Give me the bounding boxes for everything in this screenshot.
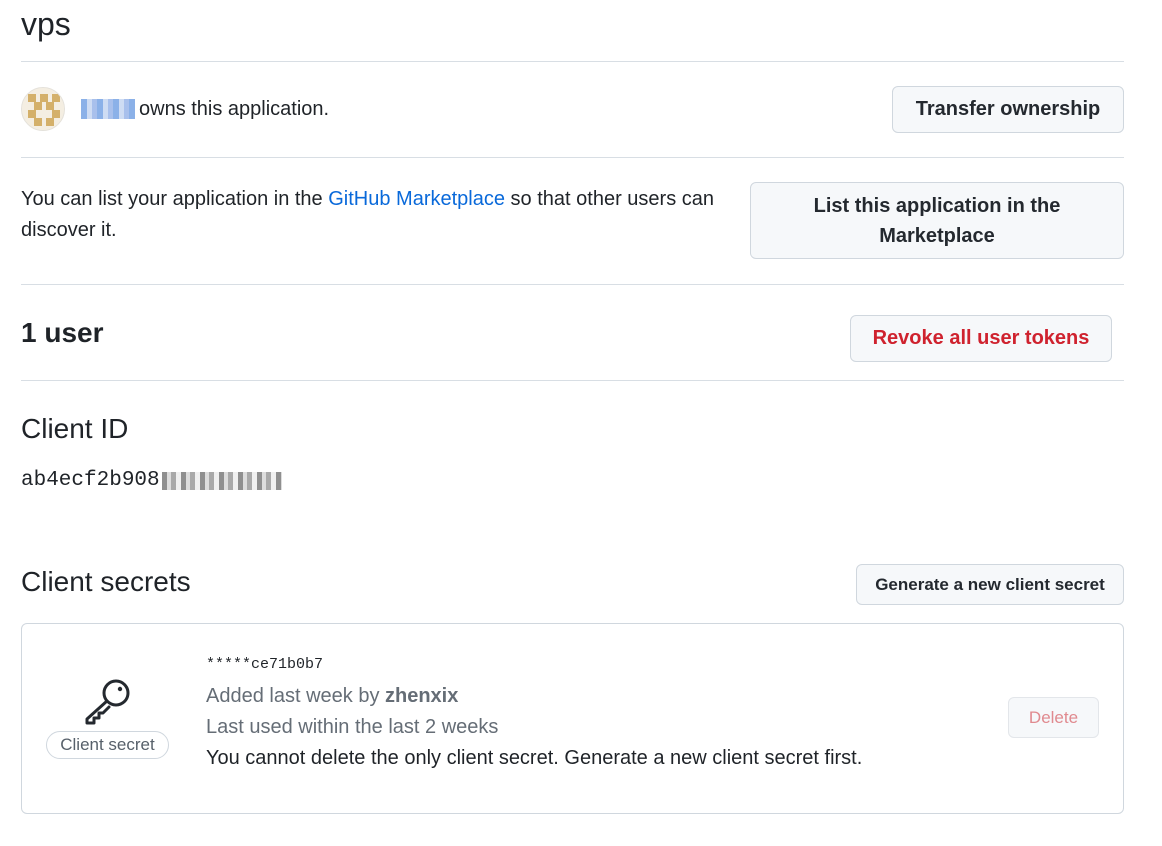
secret-last-used: Last used within the last 2 weeks	[206, 716, 499, 738]
divider	[21, 157, 1124, 158]
divider	[21, 284, 1124, 285]
generate-client-secret-button[interactable]: Generate a new client secret	[856, 564, 1124, 605]
avatar[interactable]	[21, 87, 65, 131]
client-id-text: ab4ecf2b908	[21, 469, 160, 492]
delete-secret-button: Delete	[1008, 697, 1099, 738]
avatar-identicon-icon	[22, 88, 64, 130]
client-id-redacted	[161, 472, 282, 490]
masked-secret: *****ce71b0b7	[206, 656, 324, 673]
divider	[21, 61, 1124, 62]
client-id-value[interactable]: ab4ecf2b908	[21, 467, 282, 495]
marketplace-description: You can list your application in the Git…	[21, 184, 751, 246]
owner-text: owns this application.	[139, 97, 330, 120]
secret-delete-note: You cannot delete the only client secret…	[206, 747, 863, 769]
client-id-title: Client ID	[21, 413, 129, 444]
revoke-all-user-tokens-button[interactable]: Revoke all user tokens	[850, 315, 1112, 362]
owner-row: owns this application.	[21, 87, 329, 131]
users-count-heading: 1 user	[21, 315, 104, 351]
marketplace-text-before: You can list your application in the	[21, 188, 329, 210]
divider	[21, 380, 1124, 381]
key-icon	[85, 679, 130, 725]
github-marketplace-link[interactable]: GitHub Marketplace	[328, 188, 505, 210]
users-count: 1	[21, 317, 37, 348]
users-label: user	[36, 317, 104, 348]
transfer-ownership-button[interactable]: Transfer ownership	[892, 86, 1124, 133]
client-secret-badge: Client secret	[46, 731, 169, 759]
owner-name-redacted[interactable]	[81, 99, 135, 119]
client-secret-card	[21, 623, 1124, 814]
secret-added-info: Added last week by zhenxix	[206, 681, 458, 711]
page-title: vps	[21, 6, 71, 42]
list-in-marketplace-button[interactable]: List this application in the Marketplace	[750, 182, 1124, 259]
client-secrets-title: Client secrets	[21, 566, 191, 597]
secret-added-by: zhenxix	[385, 685, 459, 707]
secret-added-prefix: Added last week by	[206, 685, 385, 707]
